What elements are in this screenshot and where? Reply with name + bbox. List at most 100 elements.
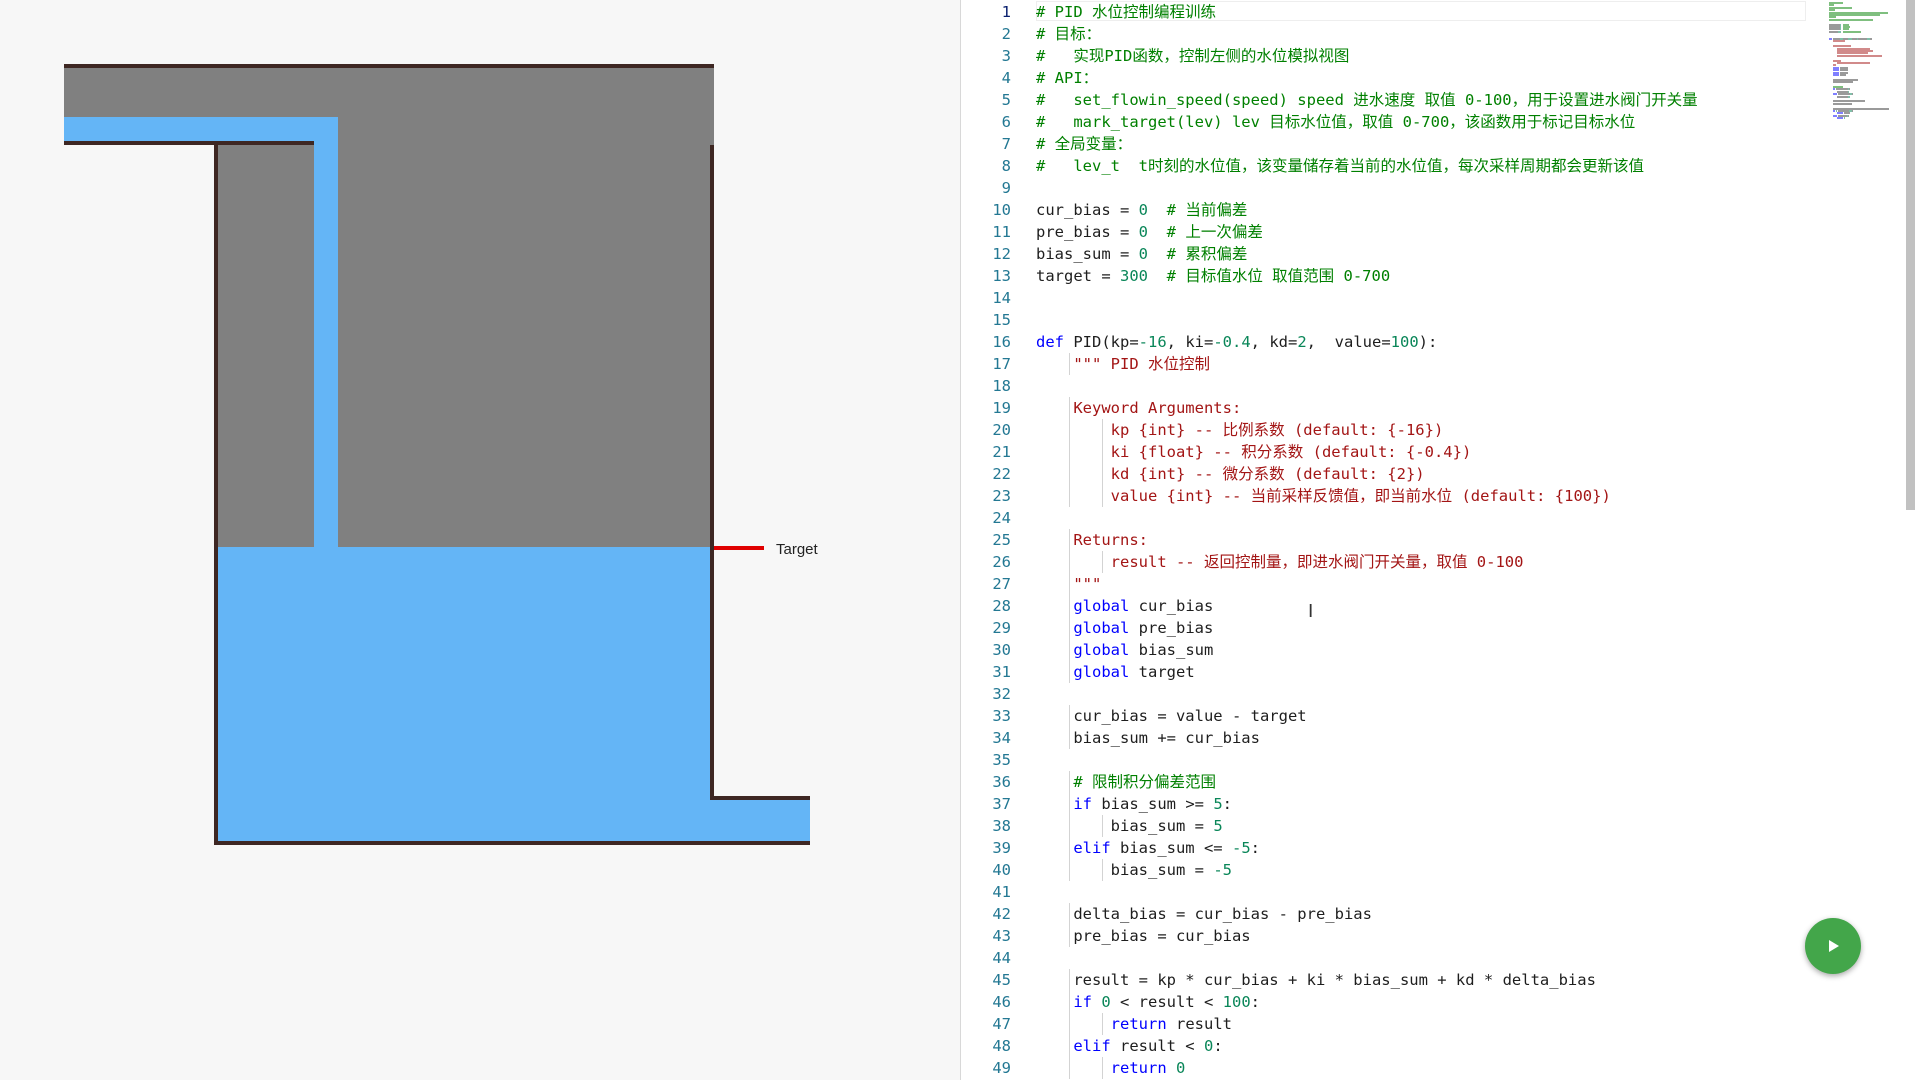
indent-guide: [1069, 463, 1070, 485]
code-line[interactable]: bias_sum = 0 # 累积偏差: [1036, 243, 1247, 265]
code-editor[interactable]: 1 2 3 4 5 6 7 8 9 10 11 12 13 14 15 16 17 18 19 20 21 22 23 24 2…: [960, 0, 1915, 1080]
code-token: :: [1250, 839, 1260, 857]
line-number: 44: [992, 949, 1011, 967]
line-number: 20: [992, 421, 1011, 439]
line-number: 43: [992, 927, 1011, 945]
code-line[interactable]: Keyword Arguments:: [1036, 397, 1241, 419]
code-line[interactable]: """ PID 水位控制: [1036, 353, 1210, 375]
code-line[interactable]: bias_sum = -5: [1036, 859, 1232, 881]
run-button[interactable]: [1805, 918, 1861, 974]
minimap-line: [1837, 62, 1870, 64]
code-line[interactable]: # 限制积分偏差范围: [1036, 771, 1216, 793]
code-line[interactable]: kd {int} -- 微分系数 (default: {2}): [1036, 463, 1425, 485]
minimap[interactable]: [1829, 0, 1904, 120]
minimap-line: [1837, 117, 1843, 120]
minimap-line: [1848, 114, 1849, 117]
code-line[interactable]: # 目标：: [1036, 23, 1101, 45]
code-line[interactable]: # mark_target(lev) lev 目标水位值，取值 0-700，该函…: [1036, 111, 1635, 133]
code-line[interactable]: global bias_sum: [1036, 639, 1213, 661]
code-line[interactable]: return 0: [1036, 1057, 1186, 1079]
code-line[interactable]: # lev_t t时刻的水位值，该变量储存着当前的水位值，每次采样周期都会更新该…: [1036, 155, 1644, 177]
line-number: 22: [992, 465, 1011, 483]
indent-guide: [1069, 991, 1070, 1013]
code-token: cur_bias =: [1036, 201, 1139, 219]
tank-top-wall: [64, 64, 714, 68]
minimap-line: [1840, 74, 1846, 76]
code-line[interactable]: # API：: [1036, 67, 1098, 89]
code-line[interactable]: result -- 返回控制量，即进水阀门开关量，取值 0-100: [1036, 551, 1524, 573]
line-number: 39: [992, 839, 1011, 857]
indent-guide: [1102, 463, 1103, 485]
code-line[interactable]: cur_bias = value - target: [1036, 705, 1306, 727]
code-line[interactable]: value {int} -- 当前采样反馈值，即当前水位 (default: {…: [1036, 485, 1611, 507]
code-token: -0.4: [1213, 333, 1251, 351]
code-line[interactable]: return result: [1036, 1013, 1232, 1035]
code-token: # PID 水位控制编程训练: [1036, 3, 1216, 21]
code-line[interactable]: if bias_sum >= 5:: [1036, 793, 1232, 815]
indent-guide: [1069, 573, 1070, 595]
code-line[interactable]: global target: [1036, 661, 1195, 683]
code-line[interactable]: elif result < 0:: [1036, 1035, 1222, 1057]
code-line[interactable]: target = 300 # 目标值水位 取值范围 0-700: [1036, 265, 1390, 287]
minimap-line: [1833, 74, 1839, 76]
code-token: < result <: [1110, 993, 1223, 1011]
inflow-pipe-horizontal: [64, 117, 338, 141]
code-line[interactable]: cur_bias = 0 # 当前偏差: [1036, 199, 1247, 221]
editor-scrollbar[interactable]: [1906, 0, 1915, 510]
code-area[interactable]: # PID 水位控制编程训练 # 目标： # 实现PID函数，控制左侧的水位模拟视图…: [1036, 0, 1796, 1080]
code-token: return: [1110, 1015, 1167, 1033]
code-token: kp {int} -- 比例系数 (default: {-16}): [1110, 421, 1444, 439]
outflow-pipe: [711, 800, 810, 841]
code-token: ki {float} -- 积分系数 (default: {-0.4}): [1110, 443, 1472, 461]
code-token: -16: [1138, 333, 1167, 351]
code-line[interactable]: global cur_bias: [1036, 595, 1213, 617]
indent-guide: [1069, 639, 1070, 661]
minimap-line: [1833, 110, 1835, 112]
line-number: 24: [992, 509, 1011, 527]
line-number: 38: [992, 817, 1011, 835]
code-token: 2: [1297, 333, 1307, 351]
minimap-line: [1852, 110, 1853, 112]
code-line[interactable]: delta_bias = cur_bias - pre_bias: [1036, 903, 1372, 925]
code-line[interactable]: def PID(kp=-16, ki=-0.4, kd=2, value=100…: [1036, 331, 1437, 353]
code-line[interactable]: # set_flowin_speed(speed) speed 进水速度 取值 …: [1036, 89, 1698, 111]
code-token: bias_sum >=: [1092, 795, 1214, 813]
code-line[interactable]: result = kp * cur_bias + ki * bias_sum +…: [1036, 969, 1596, 991]
indent-guide: [1069, 551, 1070, 573]
code-token: elif: [1073, 839, 1111, 857]
minimap-line: [1843, 30, 1861, 33]
code-line[interactable]: Returns:: [1036, 529, 1148, 551]
indent-guide: [1102, 815, 1103, 837]
code-line[interactable]: # PID 水位控制编程训练: [1036, 1, 1216, 23]
code-token: target: [1129, 663, 1195, 681]
code-line[interactable]: # 实现PID函数，控制左侧的水位模拟视图: [1036, 45, 1349, 67]
indent-guide: [1069, 771, 1070, 793]
code-token: 0: [1203, 1037, 1214, 1055]
indent-guide: [1069, 793, 1070, 815]
code-line[interactable]: kp {int} -- 比例系数 (default: {-16}): [1036, 419, 1444, 441]
code-line[interactable]: global pre_bias: [1036, 617, 1213, 639]
code-line[interactable]: pre_bias = 0 # 上一次偏差: [1036, 221, 1263, 243]
code-token: # 全局变量：: [1036, 135, 1133, 153]
line-number: 48: [992, 1037, 1011, 1055]
line-number: 30: [992, 641, 1011, 659]
inflow-pipe-vertical: [314, 117, 338, 548]
line-number: 18: [992, 377, 1011, 395]
code-token: :: [1250, 993, 1261, 1011]
code-token: # 上一次偏差: [1166, 223, 1263, 241]
line-number: 29: [992, 619, 1011, 637]
line-number: 2: [1001, 25, 1011, 43]
code-line[interactable]: bias_sum = 5: [1036, 815, 1223, 837]
code-line[interactable]: # 全局变量：: [1036, 133, 1132, 155]
indent-guide: [1102, 551, 1103, 573]
minimap-line: [1833, 81, 1853, 84]
line-number: 35: [992, 751, 1011, 769]
outflow-pipe-edge: [710, 796, 810, 800]
